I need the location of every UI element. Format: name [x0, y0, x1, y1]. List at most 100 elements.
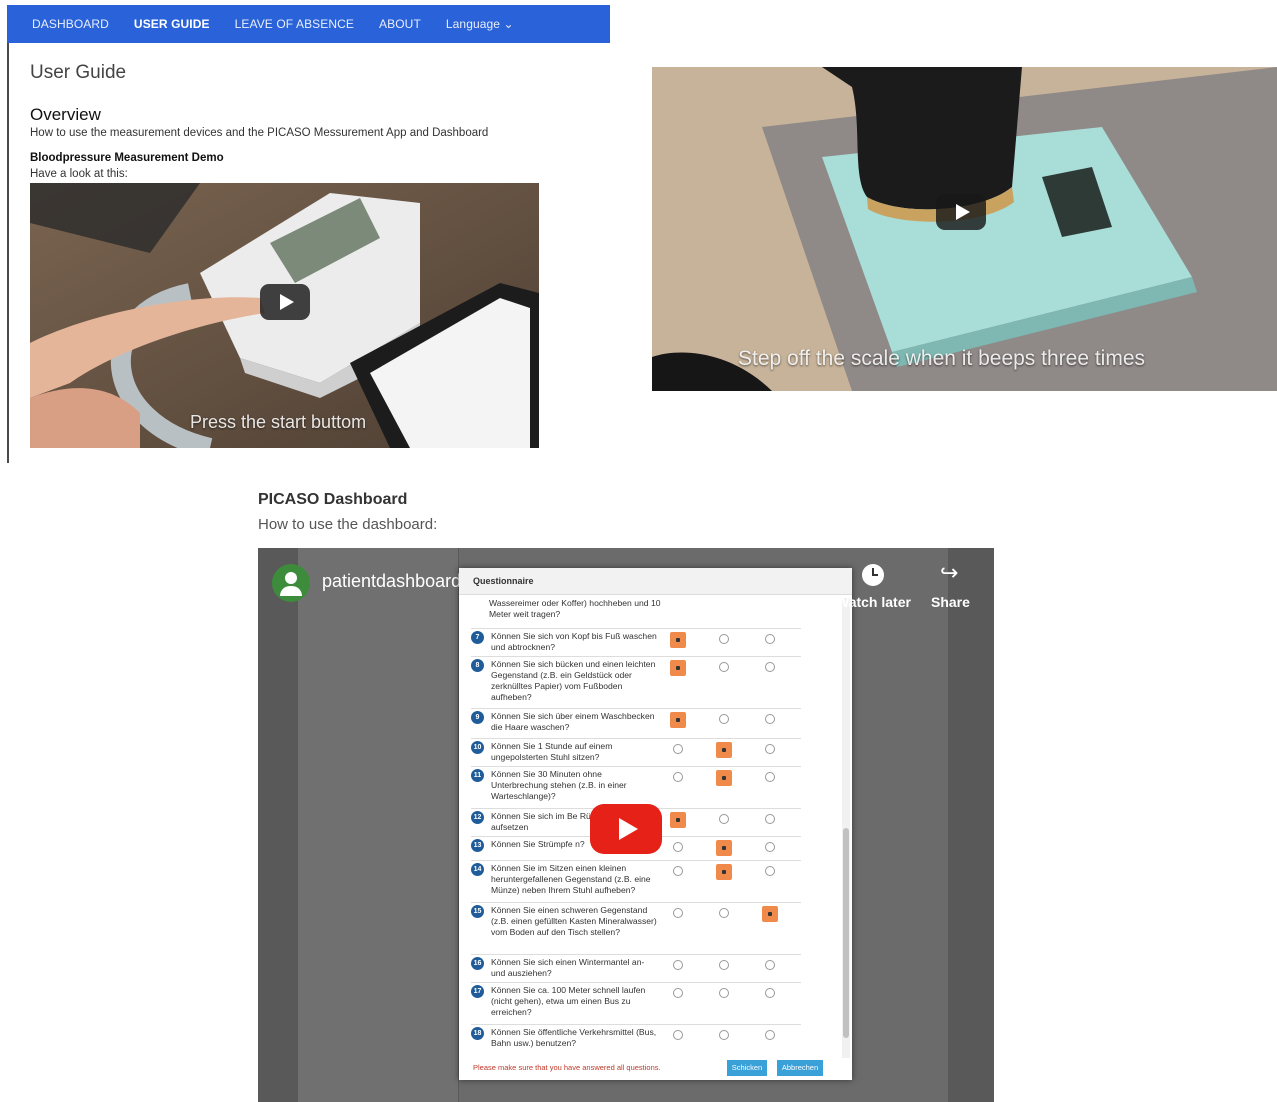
page-title: User Guide — [30, 62, 127, 83]
answer-radio[interactable] — [670, 812, 686, 828]
modal-scrollbar[interactable] — [842, 598, 850, 1058]
cancel-button[interactable]: Abbrechen — [777, 1060, 823, 1076]
bp-video[interactable]: Press the start buttom — [30, 183, 539, 448]
avatar-icon — [285, 572, 297, 584]
nav-leave-of-absence[interactable]: LEAVE OF ABSENCE — [235, 17, 354, 31]
answer-radio[interactable] — [765, 744, 775, 754]
question-number: 9 — [471, 711, 484, 724]
bp-demo-heading: Bloodpressure Measurement Demo — [30, 152, 224, 164]
dashboard-video[interactable]: patientdashboard Questionnaire Wassereim… — [258, 548, 994, 1102]
answer-radio[interactable] — [673, 908, 683, 918]
answer-radio[interactable] — [765, 714, 775, 724]
dashboard-subtext: How to use the dashboard: — [258, 516, 438, 533]
watch-later-label[interactable]: Watch later — [836, 594, 911, 610]
answer-radio[interactable] — [719, 1030, 729, 1040]
question-text: Können Sie sich einen Wintermantel an- u… — [491, 957, 645, 978]
top-navbar: DASHBOARD USER GUIDE LEAVE OF ABSENCE AB… — [7, 5, 610, 43]
answer-radio[interactable] — [673, 744, 683, 754]
answer-radio[interactable] — [765, 1030, 775, 1040]
youtube-play-button[interactable] — [590, 804, 662, 854]
scale-video[interactable]: Step off the scale when it beeps three t… — [652, 67, 1277, 391]
answer-radio[interactable] — [673, 988, 683, 998]
answer-radio[interactable] — [670, 660, 686, 676]
channel-name[interactable]: patientdashboard — [322, 571, 461, 592]
answer-radio[interactable] — [765, 842, 775, 852]
answer-radio[interactable] — [762, 906, 778, 922]
question-number: 7 — [471, 631, 484, 644]
answer-radio[interactable] — [673, 772, 683, 782]
answer-radio[interactable] — [716, 840, 732, 856]
answer-radio[interactable] — [719, 960, 729, 970]
share-label[interactable]: Share — [931, 594, 970, 610]
answer-radio[interactable] — [670, 632, 686, 648]
answer-radio[interactable] — [765, 662, 775, 672]
answer-radio[interactable] — [765, 988, 775, 998]
play-button[interactable] — [936, 194, 986, 230]
answer-radio[interactable] — [765, 814, 775, 824]
question-number: 13 — [471, 839, 484, 852]
nav-user-guide[interactable]: USER GUIDE — [134, 17, 210, 31]
scrollbar-thumb[interactable] — [843, 828, 849, 1038]
clock-icon[interactable] — [862, 564, 884, 586]
question-number: 8 — [471, 659, 484, 672]
share-icon[interactable]: ↪ — [940, 560, 958, 586]
question-number: 15 — [471, 905, 484, 918]
answer-radio[interactable] — [716, 742, 732, 758]
answer-radio[interactable] — [670, 712, 686, 728]
channel-avatar[interactable] — [272, 564, 310, 602]
answer-radio[interactable] — [719, 634, 729, 644]
answer-radio[interactable] — [673, 960, 683, 970]
play-icon — [956, 204, 970, 220]
answer-radio[interactable] — [719, 714, 729, 724]
scale-caption: Step off the scale when it beeps three t… — [738, 347, 1146, 370]
answer-radio[interactable] — [719, 814, 729, 824]
question-number: 11 — [471, 769, 484, 782]
question-text: Können Sie ca. 100 Meter schnell laufen … — [491, 985, 646, 1017]
question-row: 17 Können Sie ca. 100 Meter schnell laufe… — [471, 982, 801, 1025]
left-border — [7, 43, 9, 463]
question-row: 14 Können Sie im Sitzen einen kleinen her… — [471, 860, 801, 903]
question-text: Können Sie 1 Stunde auf einem ungepolste… — [491, 741, 613, 762]
dimmed-timeline — [298, 548, 459, 1102]
question-row: 7 Können Sie sich von Kopf bis Fuß wasche… — [471, 628, 801, 657]
answer-radio[interactable] — [765, 866, 775, 876]
answer-radio[interactable] — [719, 988, 729, 998]
question-text: Können Sie 30 Minuten ohne Unterbrechung… — [491, 769, 627, 801]
question-text: Können Sie sich von Kopf bis Fuß waschen… — [491, 631, 657, 652]
question-row: 11 Können Sie 30 Minuten ohne Unterbrechu… — [471, 766, 801, 809]
nav-dashboard[interactable]: DASHBOARD — [32, 17, 109, 31]
overview-text: How to use the measurement devices and t… — [30, 127, 489, 139]
answer-radio[interactable] — [716, 864, 732, 880]
question-row: 18 Können Sie öffentliche Verkehrsmittel … — [471, 1024, 801, 1053]
question-row: 8 Können Sie sich bücken und einen leicht… — [471, 656, 801, 709]
nav-about[interactable]: ABOUT — [379, 17, 421, 31]
question-row: 15 Können Sie einen schweren Gegenstand (… — [471, 902, 801, 955]
question-text: Können Sie einen schweren Gegenstand (z.… — [491, 905, 657, 937]
question-text: Können Sie öffentliche Verkehrsmittel (B… — [491, 1027, 657, 1048]
answer-radio[interactable] — [719, 662, 729, 672]
question-number: 16 — [471, 957, 484, 970]
answer-radio[interactable] — [673, 1030, 683, 1040]
answer-radio[interactable] — [673, 842, 683, 852]
play-icon — [619, 818, 638, 840]
answer-radio[interactable] — [673, 866, 683, 876]
question-number: 14 — [471, 863, 484, 876]
question-text: Können Sie im Sitzen einen kleinen herun… — [491, 863, 651, 895]
nav-language-dropdown[interactable]: Language ⌄ — [446, 17, 514, 31]
send-button[interactable]: Schicken — [727, 1060, 767, 1076]
question-number: 18 — [471, 1027, 484, 1040]
question-number: 10 — [471, 741, 484, 754]
answer-radio[interactable] — [716, 770, 732, 786]
warning-text: Please make sure that you have answered … — [473, 1063, 661, 1072]
answer-radio[interactable] — [765, 772, 775, 782]
question-row: 16 Können Sie sich einen Wintermantel an-… — [471, 954, 801, 983]
answer-radio[interactable] — [765, 960, 775, 970]
question-text: Können Sie sich bücken und einen leichte… — [491, 659, 656, 702]
question-text: Können Sie sich über einem Waschbecken d… — [491, 711, 655, 732]
question-row: 10 Können Sie 1 Stunde auf einem ungepols… — [471, 738, 801, 767]
answer-radio[interactable] — [719, 908, 729, 918]
question-number: 17 — [471, 985, 484, 998]
answer-radio[interactable] — [765, 634, 775, 644]
play-button[interactable] — [260, 284, 310, 320]
overview-heading: Overview — [30, 105, 101, 124]
